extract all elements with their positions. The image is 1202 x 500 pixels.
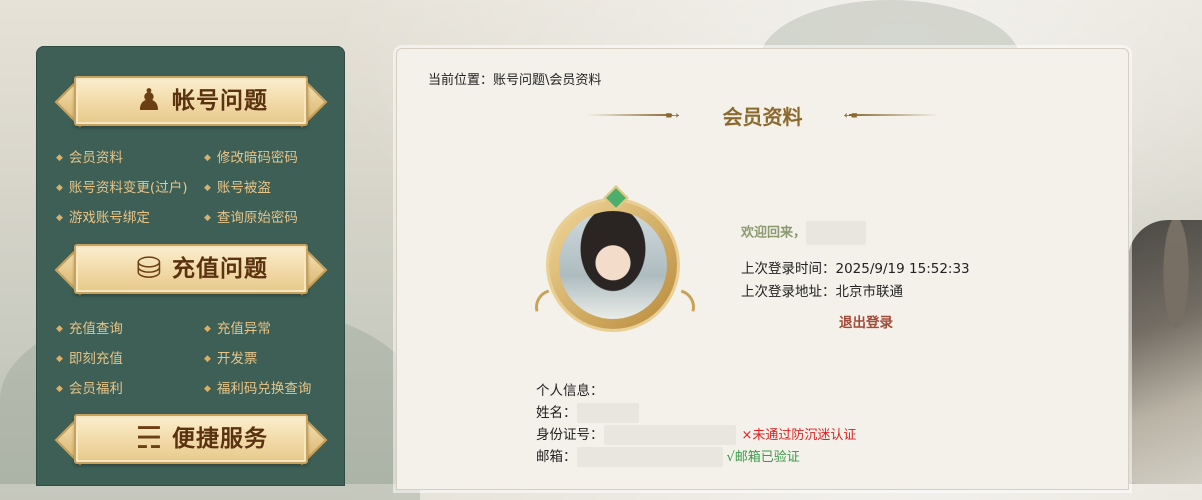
menu-item-code-redeem-query[interactable]: ◆ 福利码兑换查询	[204, 377, 311, 397]
menu-item-member-info[interactable]: ◆ 会员资料	[56, 146, 123, 166]
redacted-username	[806, 221, 867, 245]
diamond-bullet-icon: ◆	[56, 153, 63, 163]
id-verification-status: ×未通过防沉迷认证	[741, 428, 857, 443]
diamond-bullet-icon: ◆	[56, 384, 63, 394]
menu-item-recharge-query[interactable]: ◆ 充值查询	[56, 317, 123, 337]
menu-item-invoice[interactable]: ◆ 开发票	[204, 347, 257, 367]
menu-item-change-password[interactable]: ◆ 修改暗码密码	[204, 146, 298, 166]
menu-item-label: 开发票	[216, 351, 258, 367]
section-title: 充值问题	[172, 255, 268, 282]
logout-link[interactable]: 退出登录	[839, 311, 893, 331]
last-login-time-value: 2025/9/19 15:52:33	[835, 261, 970, 277]
diamond-bullet-icon: ◆	[204, 354, 211, 364]
diamond-bullet-icon: ◆	[204, 153, 211, 163]
redacted-id-number	[603, 425, 736, 445]
menu-item-label: 充值查询	[68, 321, 123, 337]
sidebar: ♟ 帐号问题 ◆ 会员资料 ◆ 修改暗码密码 ◆ 账号资料变更(过户) ◆ 账号被盗 ◆…	[36, 46, 345, 486]
menu-item-label: 福利码兑换查询	[216, 381, 312, 397]
person-icon: ♟	[135, 83, 163, 118]
menu-item-recharge-error[interactable]: ◆ 充值异常	[204, 317, 271, 337]
diamond-bullet-icon: ◆	[56, 183, 63, 193]
section-title: 便捷服务	[172, 425, 268, 452]
diamond-bullet-icon: ◆	[56, 354, 63, 364]
menu-item-label: 即刻充值	[68, 351, 123, 367]
section-banner-account: ♟ 帐号问题	[54, 70, 328, 132]
breadcrumb: 当前位置：账号问题\会员资料	[428, 73, 602, 88]
last-login-time: 上次登录时间：2025/9/19 15:52:33	[741, 257, 970, 277]
name-row: 姓名：	[536, 401, 639, 423]
diamond-bullet-icon: ◆	[204, 384, 211, 394]
last-login-address-value: 北京市联通	[835, 284, 904, 300]
id-row: 身份证号： ×未通过防沉迷认证	[536, 423, 856, 445]
email-verification-status: √邮箱已验证	[726, 450, 800, 465]
personal-info-heading: 个人信息：	[536, 383, 604, 399]
menu-item-member-benefits[interactable]: ◆ 会员福利	[56, 377, 123, 397]
redacted-email	[576, 447, 723, 467]
id-label: 身份证号：	[536, 427, 604, 443]
diamond-bullet-icon: ◆	[204, 213, 211, 223]
menu-item-label: 会员资料	[68, 150, 123, 166]
menu-item-label: 账号资料变更(过户)	[68, 180, 188, 196]
redacted-name	[576, 403, 639, 423]
menu-item-label: 充值异常	[216, 321, 271, 337]
tornado-icon: ☴	[135, 421, 163, 456]
welcome-text: 欢迎回来，	[741, 221, 867, 245]
diamond-bullet-icon: ◆	[56, 324, 63, 334]
title-ornament-right	[849, 114, 939, 116]
section-title: 帐号问题	[172, 87, 268, 114]
menu-item-original-password[interactable]: ◆ 查询原始密码	[204, 206, 298, 226]
diamond-bullet-icon: ◆	[204, 324, 211, 334]
gold-ingot-icon: ⛁	[136, 251, 162, 286]
menu-item-label: 账号被盗	[216, 180, 271, 196]
menu-item-label: 会员福利	[68, 381, 123, 397]
last-login-address: 上次登录地址：北京市联通	[741, 280, 903, 300]
menu-item-label: 游戏账号绑定	[68, 210, 150, 226]
last-login-time-label: 上次登录时间：	[741, 261, 836, 277]
last-login-address-label: 上次登录地址：	[741, 284, 836, 300]
avatar	[528, 185, 702, 339]
avatar-image	[559, 211, 667, 319]
section-banner-services: ☴ 便捷服务	[54, 408, 328, 470]
page-title: 会员资料	[722, 105, 803, 129]
eagle-illustration	[1128, 220, 1202, 484]
diamond-bullet-icon: ◆	[204, 183, 211, 193]
main-panel: 当前位置：账号问题\会员资料 ➸ 会员资料 ➸ 欢迎回来， 上次登录时间：202…	[396, 48, 1129, 490]
email-label: 邮箱：	[536, 449, 577, 465]
diamond-bullet-icon: ◆	[56, 213, 63, 223]
menu-item-bind-account[interactable]: ◆ 游戏账号绑定	[56, 206, 150, 226]
name-label: 姓名：	[536, 405, 577, 421]
email-row: 邮箱： √邮箱已验证	[536, 445, 800, 467]
menu-item-account-stolen[interactable]: ◆ 账号被盗	[204, 176, 271, 196]
welcome-label: 欢迎回来，	[741, 225, 807, 241]
menu-item-label: 修改暗码密码	[216, 150, 298, 166]
menu-item-label: 查询原始密码	[216, 210, 298, 226]
menu-item-recharge-now[interactable]: ◆ 即刻充值	[56, 347, 123, 367]
section-banner-recharge: ⛁ 充值问题	[54, 238, 328, 300]
menu-item-account-transfer[interactable]: ◆ 账号资料变更(过户)	[56, 176, 187, 196]
